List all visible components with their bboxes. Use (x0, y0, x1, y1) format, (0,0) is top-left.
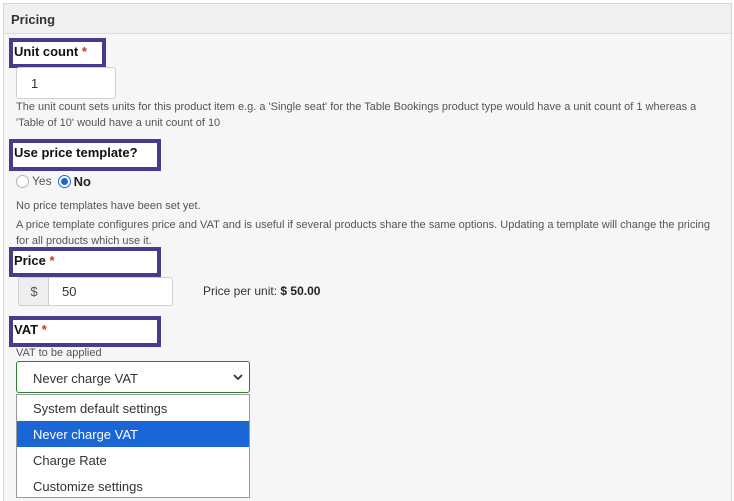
unit-count-input[interactable]: 1 (16, 67, 116, 99)
unit-count-label: Unit count * (14, 44, 87, 59)
vat-select-value: Never charge VAT (33, 371, 139, 386)
required-marker: * (41, 322, 47, 337)
chevron-down-icon (233, 374, 243, 381)
price-input[interactable]: 50 (48, 277, 173, 306)
price-per-unit: Price per unit: $ 50.00 (203, 284, 320, 298)
vat-help: VAT to be applied (16, 347, 102, 359)
unit-count-label-highlight: Unit count * (9, 38, 106, 68)
price-template-label-highlight: Use price template? (9, 139, 161, 171)
vat-select[interactable]: Never charge VAT (16, 361, 250, 393)
unit-count-help: The unit count sets units for this produ… (16, 101, 697, 129)
vat-option[interactable]: Customize settings (17, 473, 249, 499)
currency-addon: $ (18, 277, 49, 306)
price-per-unit-value: $ 50.00 (280, 284, 321, 298)
price-template-radio-group: Yes No (16, 172, 97, 190)
price-per-unit-label: Price per unit: (203, 284, 278, 298)
radio-yes[interactable] (16, 174, 29, 188)
radio-yes-label[interactable]: Yes (32, 174, 52, 188)
vat-option[interactable]: Charge Rate (17, 447, 249, 473)
panel-title: Pricing (11, 12, 56, 27)
required-marker: * (81, 44, 87, 59)
vat-option-selected[interactable]: Never charge VAT (17, 421, 249, 447)
radio-no-label[interactable]: No (74, 174, 91, 189)
price-template-note: No price templates have been set yet. (16, 200, 201, 212)
price-label: Price * (14, 253, 55, 268)
radio-no[interactable] (57, 174, 71, 188)
panel-header: Pricing (4, 4, 731, 34)
vat-dropdown-list: System default settings Never charge VAT… (16, 394, 250, 498)
vat-option[interactable]: System default settings (17, 395, 249, 421)
required-marker: * (49, 253, 55, 268)
vat-label: VAT * (14, 322, 47, 337)
price-label-highlight: Price * (9, 247, 161, 277)
vat-label-highlight: VAT * (9, 316, 161, 347)
price-template-help: A price template configures price and VA… (16, 219, 710, 247)
price-template-label: Use price template? (14, 145, 138, 160)
